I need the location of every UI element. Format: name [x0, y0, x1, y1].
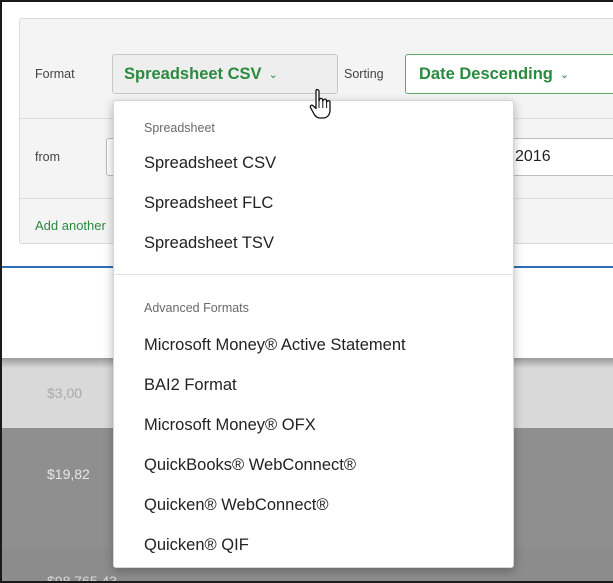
- amount-cell: $19,82: [47, 466, 90, 482]
- chevron-down-icon: ⌄: [268, 68, 278, 81]
- sorting-dropdown-button[interactable]: Date Descending ⌄: [405, 54, 613, 94]
- from-label: from: [35, 150, 60, 164]
- option-spreadsheet-csv[interactable]: Spreadsheet CSV: [144, 154, 276, 173]
- amount-cell: $98,765.43: [47, 573, 118, 583]
- option-spreadsheet-tsv[interactable]: Spreadsheet TSV: [144, 234, 274, 253]
- option-quicken-qif[interactable]: Quicken® QIF: [144, 536, 249, 555]
- to-date-input[interactable]: 2016: [502, 138, 613, 176]
- hand-pointer-icon: [309, 88, 331, 119]
- sorting-selected-value: Date Descending: [419, 64, 553, 83]
- menu-divider: [114, 274, 514, 275]
- option-bai2-format[interactable]: BAI2 Format: [144, 376, 237, 395]
- chevron-down-icon: ⌄: [559, 68, 570, 81]
- format-selected-value: Spreadsheet CSV: [124, 64, 262, 83]
- option-quickbooks-webconnect[interactable]: QuickBooks® WebConnect®: [144, 456, 356, 475]
- group-heading-spreadsheet: Spreadsheet: [144, 121, 215, 135]
- format-dropdown-menu: Spreadsheet Spreadsheet CSV Spreadsheet …: [113, 100, 514, 568]
- option-quicken-webconnect[interactable]: Quicken® WebConnect®: [144, 496, 329, 515]
- option-ms-money-ofx[interactable]: Microsoft Money® OFX: [144, 416, 316, 435]
- format-label: Format: [35, 67, 75, 81]
- amount-cell: $3,00: [47, 385, 83, 401]
- add-another-link[interactable]: Add another: [35, 218, 115, 233]
- option-spreadsheet-flc[interactable]: Spreadsheet FLC: [144, 194, 273, 213]
- app-frame: Format Spreadsheet CSV ⌄ Sorting Date De…: [0, 0, 613, 583]
- group-heading-advanced: Advanced Formats: [144, 301, 249, 315]
- sorting-label: Sorting: [344, 67, 384, 81]
- option-ms-money-active-statement[interactable]: Microsoft Money® Active Statement: [144, 336, 406, 355]
- format-dropdown-button[interactable]: Spreadsheet CSV ⌄: [112, 54, 338, 94]
